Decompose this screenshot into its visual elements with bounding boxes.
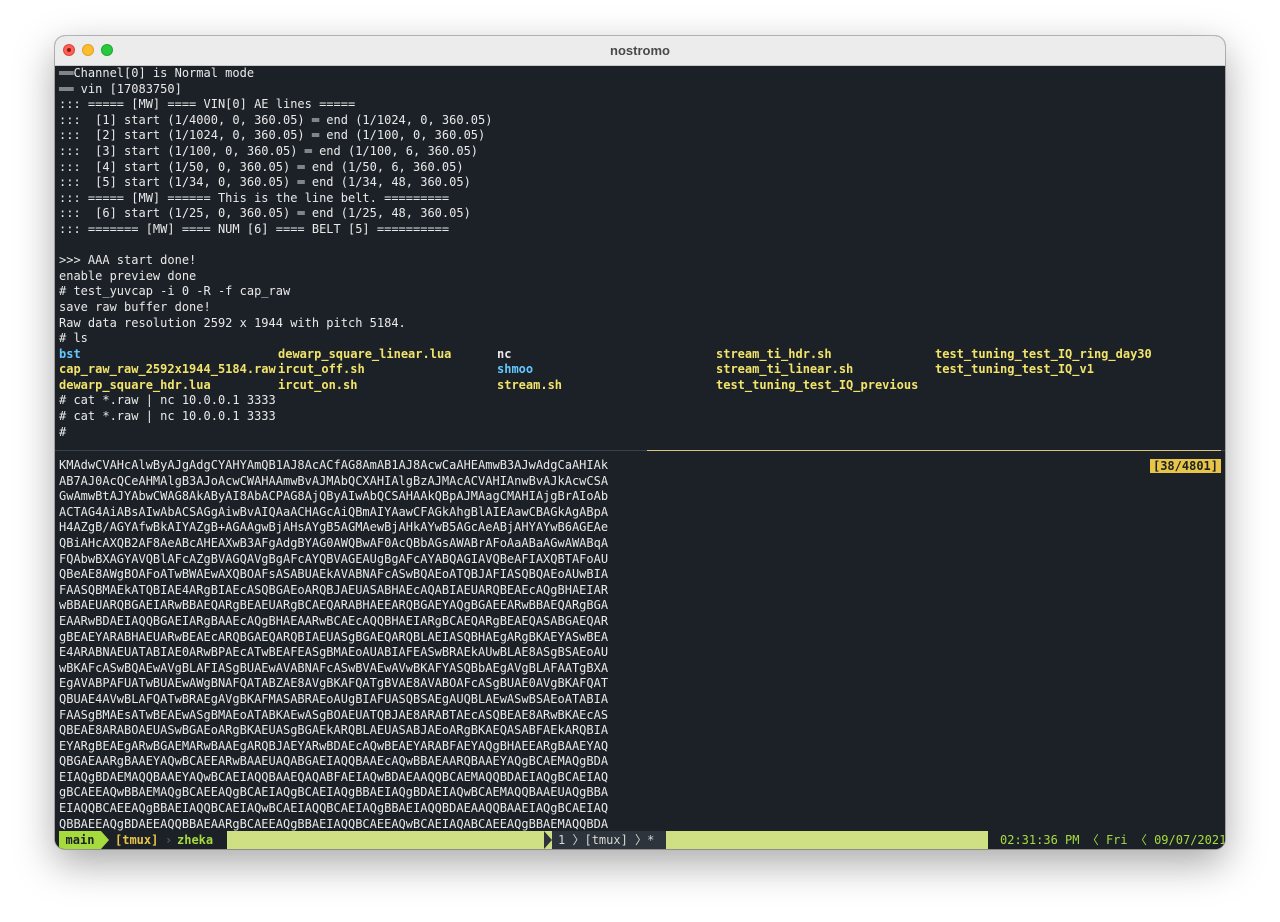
data-line: QBiAHcAXQB2AF8AeABcAHEAXwB3AFgAdgBYAG0AW…	[59, 535, 609, 550]
ls-entry: dewarp_square_hdr.lua	[59, 377, 211, 392]
ls-entry: test_tuning_test_IQ_v1	[935, 362, 1094, 377]
log-line: ::: [3] start (1/100, 0, 360.05) ═ end (…	[59, 143, 479, 158]
ls-entry: stream.sh	[497, 377, 563, 392]
ls-row: dewarp_square_hdr.lua ircut_on.sh stream.s…	[59, 378, 1221, 394]
data-line: AB7AJ0AcQCeAHMAlgB3AJoAcwCWAHAAmwBvAJMAb…	[59, 473, 609, 488]
ls-row: bst dewarp_square_linear.lua nc stream_ti_h…	[59, 347, 1221, 363]
window-title: nostromo	[610, 43, 670, 58]
log-line: ══Channel[0] is Normal mode	[59, 66, 255, 80]
log-line: ══ vin [17083750]	[59, 81, 182, 96]
window-tab[interactable]: 1 〉[tmux] 〉*	[552, 831, 666, 849]
data-line: KMAdwCVAHcAlwByAJgAdgCYAHYAmQB1AJ8AcACfA…	[59, 458, 609, 472]
data-line: E4ARABNAEUATABIAE0ARwBPAEcATwBEAFEASgBMA…	[59, 645, 609, 660]
separator-arrow-icon	[101, 831, 109, 849]
data-line: EIAQgBDAEMAQQBAAEYAQwBCAEIAQQBAAEQAQABFA…	[59, 769, 609, 784]
ls-entry: ircut_off.sh	[278, 362, 365, 377]
ls-entry: test_tuning_test_IQ_previous	[716, 377, 919, 392]
terminal-area[interactable]: ══Channel[0] is Normal mode ══ vin [17083…	[55, 66, 1225, 849]
separator-arrow-icon	[219, 831, 227, 849]
data-line: gBEAEYARABHAEUARwBEAEcARQBGAEQARQBIAEUAS…	[59, 629, 609, 644]
log-line: ::: ===== [MW] ==== VIN[0] AE lines ====…	[59, 97, 356, 112]
data-line: gBCAEEAQwBBAEMAQgBCAEEAQgBCAEIAQgBCAEIAQ…	[59, 785, 609, 800]
log-output: ══Channel[0] is Normal mode ══ vin [17083…	[59, 66, 1221, 347]
window-index: 1	[558, 833, 566, 847]
data-line: EYARgBEAEgARwBGAEMARwBAAEgARQBJAEYARwBDA…	[59, 738, 609, 753]
log-line: ::: [4] start (1/50, 0, 360.05) ═ end (1…	[59, 159, 464, 174]
log-line: ::: ======= [MW] ==== NUM [6] ==== BELT …	[59, 221, 450, 236]
user-name: zheka	[177, 833, 214, 847]
log-line: >>> AAA start done!	[59, 253, 197, 268]
ls-output: bst dewarp_square_linear.lua nc stream_ti_h…	[59, 347, 1221, 394]
ls-entry: stream_ti_hdr.sh	[716, 346, 832, 361]
command-line: # cat *.raw | nc 10.0.0.1 3333	[59, 393, 276, 408]
data-line: wBKAFcASwBQAEwAVgBLAFIASgBUAEwAVABNAFcAS…	[59, 660, 609, 675]
ls-entry: ircut_on.sh	[278, 377, 358, 392]
data-line: QBeAE8AWgBOAFoATwBWAEwAXQBOAFsASABUAEkAV…	[59, 567, 609, 582]
top-pane[interactable]: ══Channel[0] is Normal mode ══ vin [17083…	[59, 66, 1221, 452]
data-line: EIAQQBCAEEAQgBBAEIAQQBCAEIAQwBCAEIAQQBCA…	[59, 801, 609, 816]
active-pane-border	[647, 450, 1221, 451]
day: Fri	[1105, 833, 1128, 847]
log-line: ::: [6] start (1/25, 0, 360.05) ═ end (1…	[59, 206, 471, 221]
log-line: ::: [1] start (1/4000, 0, 360.05) ═ end …	[59, 112, 493, 127]
data-line: H4AZgB/AGYAfwBkAIYAZgB+AGAAgwBjAHsAYgB5A…	[59, 520, 609, 535]
log-line: ::: [5] start (1/34, 0, 360.05) ═ end (1…	[59, 175, 471, 190]
window-name: [tmux]	[584, 833, 628, 847]
data-line: QBEAE8ARABOAEUASwBGAEoARgBKAEUASgBGAEkAR…	[59, 723, 609, 738]
ls-entry: cap_raw_raw_2592x1944_5184.raw	[59, 362, 276, 377]
command-line: # cat *.raw | nc 10.0.0.1 3333	[59, 409, 276, 424]
ls-entry: shmoo	[497, 362, 534, 377]
data-line: GwAmwBtAJYAbwCWAG8AkAByAI8AbACPAG8AjQByA…	[59, 489, 609, 504]
data-line: EAARwBDAEIAQQBGAEIARgBAAEcAQgBHAEAARwBCA…	[59, 613, 609, 628]
log-line: enable preview done	[59, 268, 197, 283]
status-bar-fill	[227, 831, 544, 849]
ls-entry: stream_ti_linear.sh	[716, 362, 854, 377]
command-history: # cat *.raw | nc 10.0.0.1 3333 # cat *.ra…	[59, 393, 1221, 440]
tmux-label: [tmux]	[115, 833, 159, 847]
ls-entry: nc	[497, 346, 512, 361]
ls-entry: dewarp_square_linear.lua	[278, 346, 452, 361]
log-line: Raw data resolution 2592 x 1944 with pit…	[59, 315, 406, 330]
log-line: ::: ===== [MW] ====== This is the line b…	[59, 190, 450, 205]
separator-arrow-icon	[544, 831, 552, 849]
log-line: ::: [2] start (1/1024, 0, 360.05) ═ end …	[59, 128, 486, 143]
data-line: FQAbwBXAGYAVQBlAFcAZgBVAGQAVgBgAFcAYQBVA…	[59, 551, 609, 566]
terminal-window: nostromo ══Channel[0] is Normal mode ══ v…	[55, 36, 1225, 849]
data-line: QBGAEAARgBAAEYAQwBCAEEARwBAAEUAQABGAEIAQ…	[59, 754, 609, 769]
data-line: wBBAEUARQBGAEIARwBBAEQARgBEAEUARgBCAEQAR…	[59, 598, 609, 613]
data-line: QBBAEEAQgBDAEEAQQBBAEAARgBCAEEAQgBBAEIAQ…	[59, 816, 609, 831]
title-bar[interactable]: nostromo	[55, 36, 1225, 66]
ls-entry: bst	[59, 346, 81, 361]
log-line: # ls	[59, 331, 88, 346]
ls-row: cap_raw_raw_2592x1944_5184.raw ircut_off.…	[59, 362, 1221, 378]
log-line: save raw buffer done!	[59, 299, 211, 314]
session-name[interactable]: main	[59, 831, 101, 849]
date: 09/07/2021	[1154, 833, 1225, 847]
command-line: #	[59, 424, 67, 439]
data-line: ACTAG4AiABsAIwAbACSAGgAiwBvAIQAaACHAGcAi…	[59, 504, 609, 519]
tmux-status-bar: main [tmux] › zheka 1 〉[tmux] 〉* 02:31:3…	[55, 831, 1225, 849]
data-line: FAASgBMAEsATwBEAEwASgBMAEoATABKAEwASgBOA…	[59, 707, 609, 722]
bottom-pane[interactable]: KMAdwCVAHcAlwByAJgAdgCYAHYAmQB1AJ8AcACfA…	[59, 458, 1221, 834]
log-line: # test_yuvcap -i 0 -R -f cap_raw	[59, 284, 291, 299]
data-line: EgAVABPAFUATwBUAEwAWgBNAFQATABZAE8AVgBKA…	[59, 676, 609, 691]
ls-entry: test_tuning_test_IQ_ring_day30	[935, 346, 1152, 361]
data-line: FAASQBMAEkATQBIAE4ARgBIAEcASQBGAEoARQBJA…	[59, 582, 609, 597]
time: 02:31:36 PM	[1000, 833, 1080, 847]
separator-chevron-icon: ›	[165, 833, 173, 847]
window-flag: *	[647, 833, 655, 847]
status-bar-fill	[666, 831, 988, 849]
data-line: QBUAE4AVwBLAFQATwBRAEgAVgBKAFMASABRAEoAU…	[59, 691, 609, 706]
clock: 02:31:36 PM 〈 Fri 〈 09/07/2021	[1000, 833, 1225, 847]
